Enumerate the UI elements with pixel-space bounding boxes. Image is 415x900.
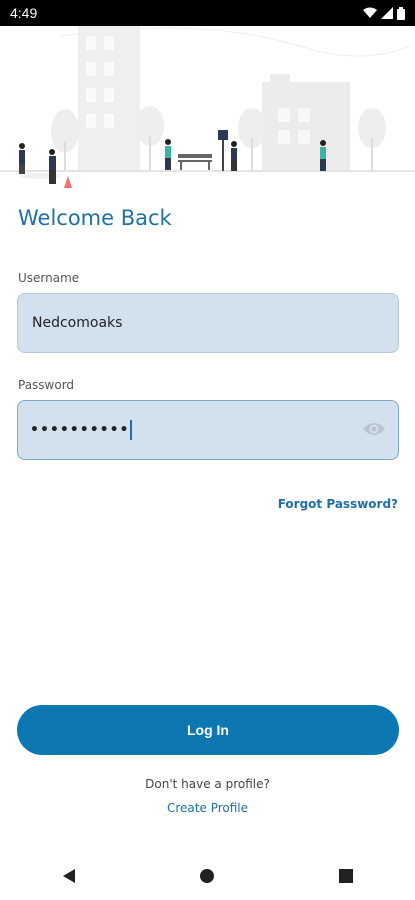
recents-icon [338, 869, 353, 883]
username-input[interactable] [30, 314, 386, 332]
status-icons [363, 6, 405, 20]
wifi-icon [363, 7, 377, 18]
signup-prompt: Don't have a profile? [145, 777, 270, 791]
system-nav-bar [0, 852, 415, 900]
recents-button[interactable] [326, 856, 366, 896]
status-time: 4:49 [10, 5, 38, 21]
text-caret [130, 420, 133, 440]
hero-illustration [0, 26, 415, 188]
status-bar: 4:49 [0, 0, 415, 26]
username-label: Username [18, 271, 80, 285]
eye-icon[interactable] [362, 419, 386, 439]
password-label: Password [18, 378, 75, 392]
create-profile-link[interactable]: Create Profile [0, 801, 415, 815]
password-masked-value: •••••••••• [30, 422, 130, 438]
forgot-password-link[interactable]: Forgot Password? [278, 497, 398, 511]
home-icon [200, 869, 215, 883]
username-field[interactable] [17, 293, 399, 353]
back-button[interactable] [49, 856, 89, 896]
page-title: Welcome Back [18, 206, 172, 230]
home-button[interactable] [187, 856, 227, 896]
signal-icon [381, 7, 393, 19]
password-field[interactable]: •••••••••• [17, 400, 399, 460]
battery-icon [397, 6, 405, 20]
login-button[interactable]: Log In [17, 705, 399, 755]
back-icon [63, 869, 76, 883]
